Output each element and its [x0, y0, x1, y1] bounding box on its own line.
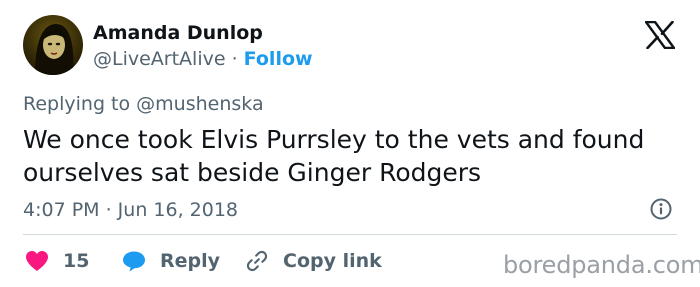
author-display-name[interactable]: Amanda Dunlop	[93, 22, 263, 44]
divider	[23, 234, 677, 235]
author-handle-row: @LiveArtAlive · Follow	[93, 48, 313, 70]
link-icon	[246, 250, 268, 272]
copy-link-button[interactable]: Copy link	[245, 248, 382, 274]
reply-button[interactable]: Reply	[122, 248, 220, 274]
like-button[interactable]: 15	[25, 248, 89, 274]
replying-to-handle[interactable]: @mushenska	[136, 93, 263, 115]
handle-separator: ·	[225, 48, 244, 70]
tweet-timestamp[interactable]: 4:07 PM · Jun 16, 2018	[23, 199, 238, 221]
x-logo-icon[interactable]	[645, 21, 675, 49]
like-count: 15	[63, 250, 90, 272]
speech-bubble-icon	[123, 251, 145, 272]
heart-icon	[26, 251, 48, 271]
replying-to-prefix: Replying to	[23, 93, 137, 115]
avatar[interactable]	[23, 15, 83, 75]
follow-button[interactable]: Follow	[244, 48, 313, 70]
avatar-image	[23, 15, 83, 75]
author-handle[interactable]: @LiveArtAlive	[93, 48, 226, 70]
tweet-text: We once took Elvis Purrsley to the vets …	[23, 125, 645, 187]
replying-to: Replying to @mushenska	[23, 93, 264, 115]
info-icon[interactable]	[650, 198, 672, 220]
copy-link-label: Copy link	[283, 250, 382, 272]
watermark: boredpanda.com	[503, 251, 700, 279]
reply-label: Reply	[160, 250, 221, 272]
